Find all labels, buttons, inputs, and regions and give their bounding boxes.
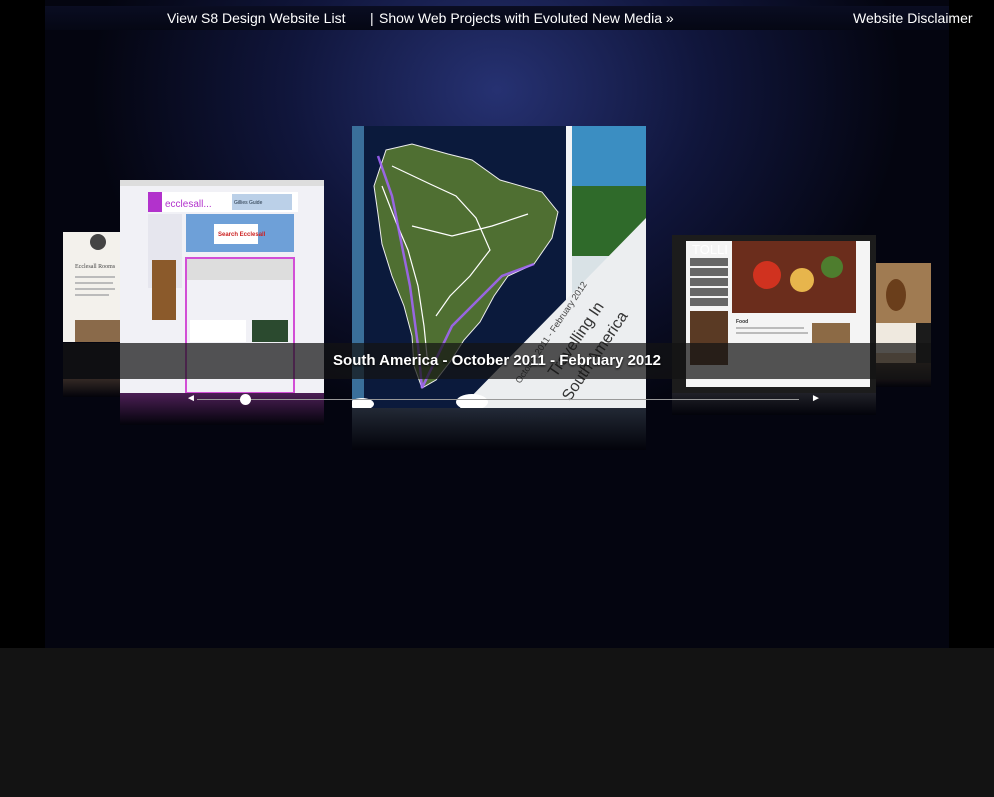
cover-right-heading: Food [736, 319, 748, 325]
coverflow-stage: View S8 Design Website List | Show Web P… [0, 0, 994, 648]
website-disclaimer-link[interactable]: Website Disclaimer [853, 10, 973, 26]
right-margin [949, 0, 994, 648]
cover-left-brand: ecclesall... [165, 199, 212, 210]
page-footer-area [0, 648, 994, 797]
cover-far-left-thumbnail: Ecclesall Rooms [75, 234, 120, 342]
cover-left-reflection [120, 393, 324, 425]
cover-right-brand: TOLLI [692, 242, 728, 257]
web-projects-link[interactable]: Show Web Projects with Evoluted New Medi… [379, 10, 674, 26]
cover-far-left-title: Ecclesall Rooms [75, 264, 116, 270]
site-list-link[interactable]: View S8 Design Website List [167, 10, 345, 26]
next-arrow-icon[interactable]: ► [811, 393, 821, 404]
left-margin [0, 0, 45, 648]
cover-left-sign: Search Ecclesall [218, 232, 266, 238]
cover-right-reflection [672, 393, 876, 415]
scrollbar-thumb[interactable] [239, 394, 251, 405]
cover-far-left[interactable]: Ecclesall Rooms [63, 232, 120, 342]
cover-left-badge: Gillies Guide [234, 200, 263, 206]
nav-separator: | [370, 10, 374, 26]
coverflow-scrollbar[interactable] [197, 399, 799, 400]
cover-caption: South America - October 2011 - February … [333, 352, 661, 369]
previous-arrow-icon[interactable]: ◄ [186, 393, 196, 404]
cover-far-left-reflection [63, 379, 120, 397]
cover-center-reflection [352, 408, 646, 450]
